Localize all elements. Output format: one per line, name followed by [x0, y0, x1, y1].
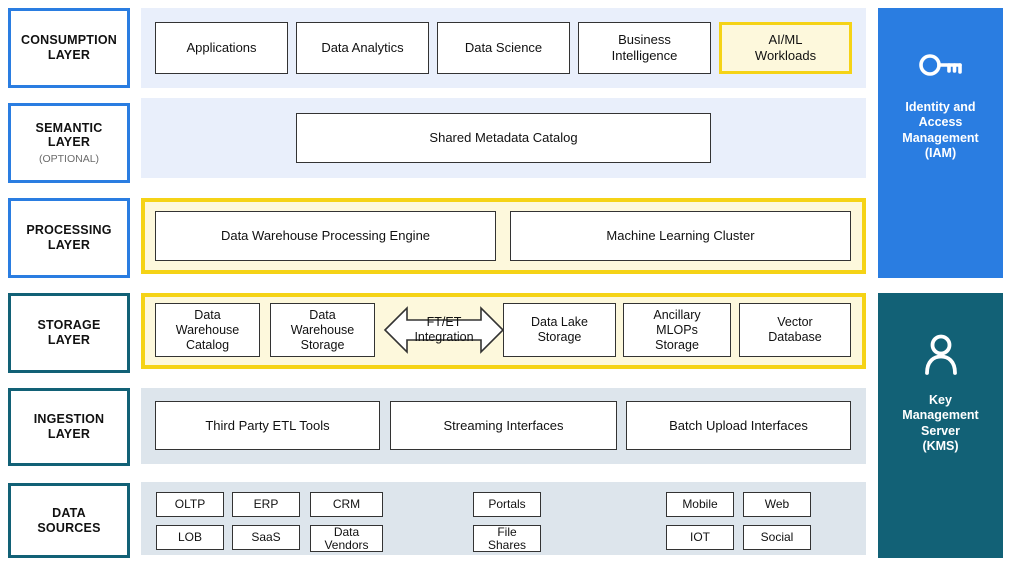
node-data-analytics[interactable]: Data Analytics	[296, 22, 429, 74]
side-panel-kms[interactable]: Key Management Server (KMS)	[878, 293, 1003, 558]
node-dw-catalog[interactable]: Data Warehouse Catalog	[155, 303, 260, 357]
node-source-social[interactable]: Social	[743, 525, 811, 550]
node-source-iot[interactable]: IOT	[666, 525, 734, 550]
side-panel-title: Identity and Access Management (IAM)	[902, 100, 979, 160]
node-data-lake-storage[interactable]: Data Lake Storage	[503, 303, 616, 357]
ftet-integration-label: FT/ET Integration	[414, 315, 474, 344]
node-machine-learning-cluster[interactable]: Machine Learning Cluster	[510, 211, 851, 261]
layer-label-title: CONSUMPTION LAYER	[21, 33, 117, 62]
architecture-diagram: CONSUMPTION LAYER SEMANTIC LAYER (OPTION…	[0, 0, 1016, 563]
layer-label-title: PROCESSING LAYER	[26, 223, 112, 252]
key-icon	[917, 48, 965, 82]
node-source-data-vendors[interactable]: Data Vendors	[310, 525, 383, 552]
side-panel-iam[interactable]: Identity and Access Management (IAM)	[878, 8, 1003, 278]
node-source-crm[interactable]: CRM	[310, 492, 383, 517]
node-source-portals[interactable]: Portals	[473, 492, 541, 517]
node-applications[interactable]: Applications	[155, 22, 288, 74]
layer-label-processing[interactable]: PROCESSING LAYER	[8, 198, 130, 278]
node-data-science[interactable]: Data Science	[437, 22, 570, 74]
node-source-saas[interactable]: SaaS	[232, 525, 300, 550]
node-third-party-etl-tools[interactable]: Third Party ETL Tools	[155, 401, 380, 450]
node-source-lob[interactable]: LOB	[156, 525, 224, 550]
ftet-integration-arrow: FT/ET Integration	[383, 303, 505, 357]
layer-label-data-sources[interactable]: DATA SOURCES	[8, 483, 130, 558]
node-streaming-interfaces[interactable]: Streaming Interfaces	[390, 401, 617, 450]
layer-label-semantic[interactable]: SEMANTIC LAYER (OPTIONAL)	[8, 103, 130, 183]
node-source-web[interactable]: Web	[743, 492, 811, 517]
node-dw-storage[interactable]: Data Warehouse Storage	[270, 303, 375, 357]
node-shared-metadata-catalog[interactable]: Shared Metadata Catalog	[296, 113, 711, 163]
node-ancillary-mlops-storage[interactable]: Ancillary MLOPs Storage	[623, 303, 731, 357]
side-panel-title: Key Management Server (KMS)	[902, 393, 979, 453]
layer-label-ingestion[interactable]: INGESTION LAYER	[8, 388, 130, 466]
layer-label-title: SEMANTIC LAYER	[35, 120, 103, 150]
node-business-intelligence[interactable]: Business Intelligence	[578, 22, 711, 74]
node-source-erp[interactable]: ERP	[232, 492, 300, 517]
layer-label-storage[interactable]: STORAGE LAYER	[8, 293, 130, 373]
node-source-oltp[interactable]: OLTP	[156, 492, 224, 517]
layer-label-title: INGESTION LAYER	[33, 412, 105, 441]
node-batch-upload-interfaces[interactable]: Batch Upload Interfaces	[626, 401, 851, 450]
user-icon	[921, 333, 961, 375]
layer-label-subtitle: (OPTIONAL)	[38, 153, 100, 166]
node-ai-ml-workloads[interactable]: AI/ML Workloads	[719, 22, 852, 74]
node-vector-database[interactable]: Vector Database	[739, 303, 851, 357]
layer-label-title: DATA SOURCES	[37, 505, 101, 535]
layer-label-title: STORAGE LAYER	[37, 318, 101, 347]
layer-label-consumption[interactable]: CONSUMPTION LAYER	[8, 8, 130, 88]
node-dw-processing-engine[interactable]: Data Warehouse Processing Engine	[155, 211, 496, 261]
node-source-file-shares[interactable]: File Shares	[473, 525, 541, 552]
node-source-mobile[interactable]: Mobile	[666, 492, 734, 517]
